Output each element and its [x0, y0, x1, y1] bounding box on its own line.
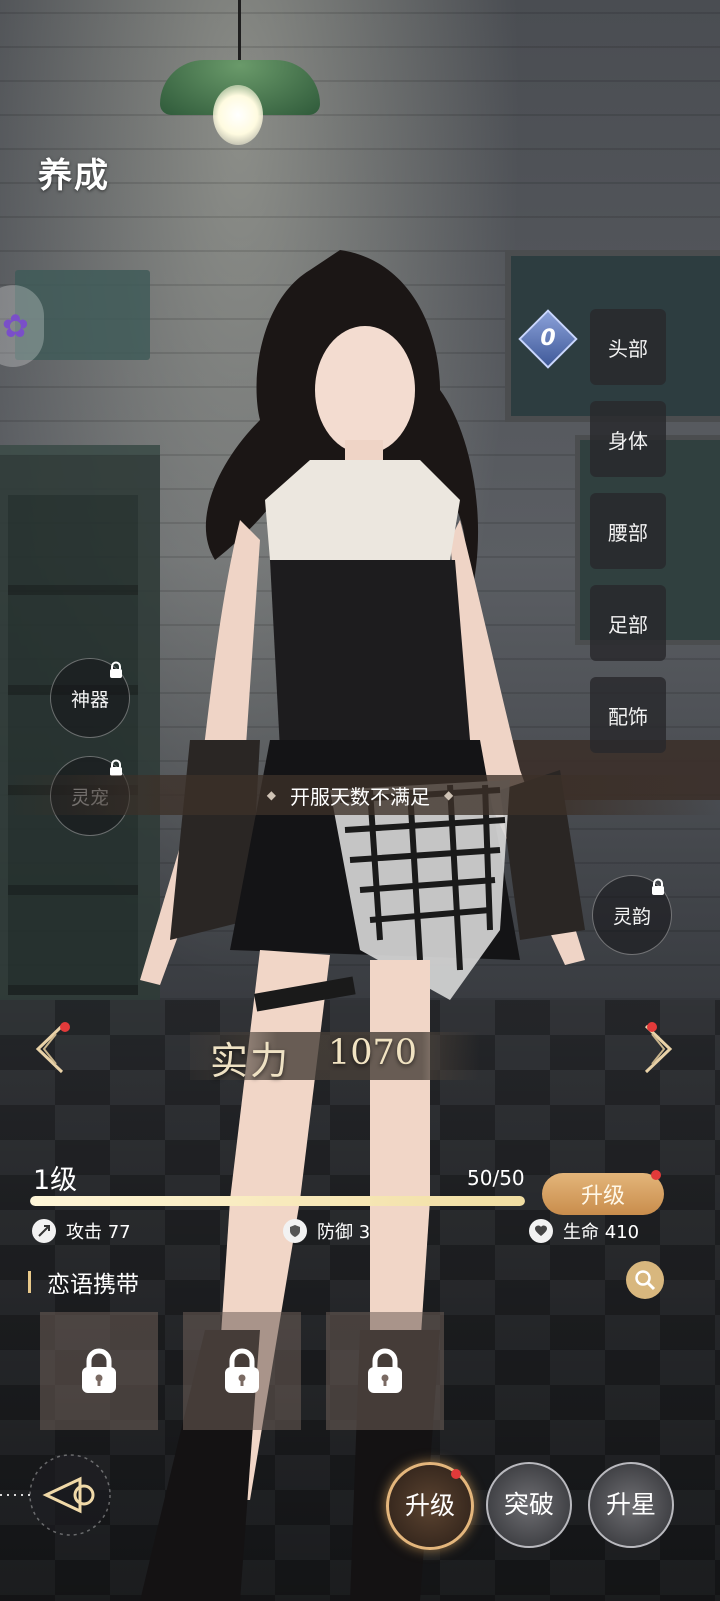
dotted-divider: [0, 1494, 30, 1496]
notice-dot: [451, 1469, 461, 1479]
part-head-button[interactable]: 头部: [590, 309, 666, 385]
charm-label: 灵韵: [612, 905, 651, 928]
attack-icon: [32, 1219, 56, 1243]
shield-icon: [283, 1219, 307, 1243]
power-value: 1070: [328, 1033, 418, 1073]
exp-progress-fill: [30, 1196, 525, 1206]
flower-icon: ✿: [2, 307, 29, 345]
tab-breakthrough[interactable]: 突破: [486, 1462, 572, 1548]
love-word-slot-1[interactable]: [40, 1312, 158, 1430]
artifact-button[interactable]: 神器: [50, 658, 130, 738]
love-words-title: 恋语携带: [47, 1272, 139, 1298]
slot-count-value: 0: [540, 326, 556, 351]
section-marker: [28, 1271, 31, 1293]
notice-dot: [651, 1170, 661, 1180]
notice-toast: ◆ 开服天数不满足 ◆: [0, 775, 720, 815]
charm-button[interactable]: 灵韵: [592, 875, 672, 955]
tab-breakthrough-label: 突破: [503, 1490, 554, 1519]
stat-hp: 生命 410: [529, 1218, 639, 1244]
defense-value: 防御 3: [317, 1222, 371, 1243]
lock-icon: [652, 878, 664, 895]
search-icon: [635, 1270, 656, 1291]
part-waist-button[interactable]: 腰部: [590, 493, 666, 569]
tab-star-up[interactable]: 升星: [588, 1462, 674, 1548]
upgrade-button[interactable]: 升级: [542, 1173, 664, 1215]
exp-value: 50/50: [467, 1166, 525, 1190]
lock-icon: [225, 1348, 259, 1393]
tab-star-up-label: 升星: [605, 1490, 656, 1519]
artifact-label: 神器: [70, 688, 109, 711]
lock-icon: [110, 661, 122, 678]
attack-value: 攻击 77: [66, 1222, 131, 1243]
part-feet-button[interactable]: 足部: [590, 585, 666, 661]
stat-attack: 攻击 77: [32, 1218, 131, 1244]
diamond-icon: ◆: [266, 788, 276, 802]
stat-defense: 防御 3: [283, 1218, 370, 1244]
love-word-slot-2[interactable]: [183, 1312, 301, 1430]
back-button[interactable]: [28, 1453, 112, 1537]
lock-icon: [82, 1348, 116, 1393]
search-button[interactable]: [626, 1261, 664, 1299]
side-event-badge[interactable]: ✿: [0, 285, 44, 367]
heart-icon: [529, 1219, 553, 1243]
next-arrow-icon[interactable]: [638, 1022, 678, 1076]
power-label: 实力: [210, 1039, 291, 1083]
love-words-section-header: 恋语携带: [28, 1265, 139, 1299]
part-accessory-button[interactable]: 配饰: [590, 677, 666, 753]
level-label: 1级: [33, 1165, 78, 1196]
page-title: 养成: [38, 156, 110, 196]
part-body-button[interactable]: 身体: [590, 401, 666, 477]
exp-progress-bar: [30, 1196, 525, 1206]
notice-dot: [647, 1022, 657, 1032]
love-word-slot-3[interactable]: [326, 1312, 444, 1430]
hp-value: 生命 410: [563, 1222, 640, 1243]
diamond-icon: ◆: [444, 788, 454, 802]
toast-message: 开服天数不满足: [290, 784, 430, 809]
lock-icon: [368, 1348, 402, 1393]
notice-dot: [60, 1022, 70, 1032]
tab-upgrade-label: 升级: [404, 1491, 455, 1520]
